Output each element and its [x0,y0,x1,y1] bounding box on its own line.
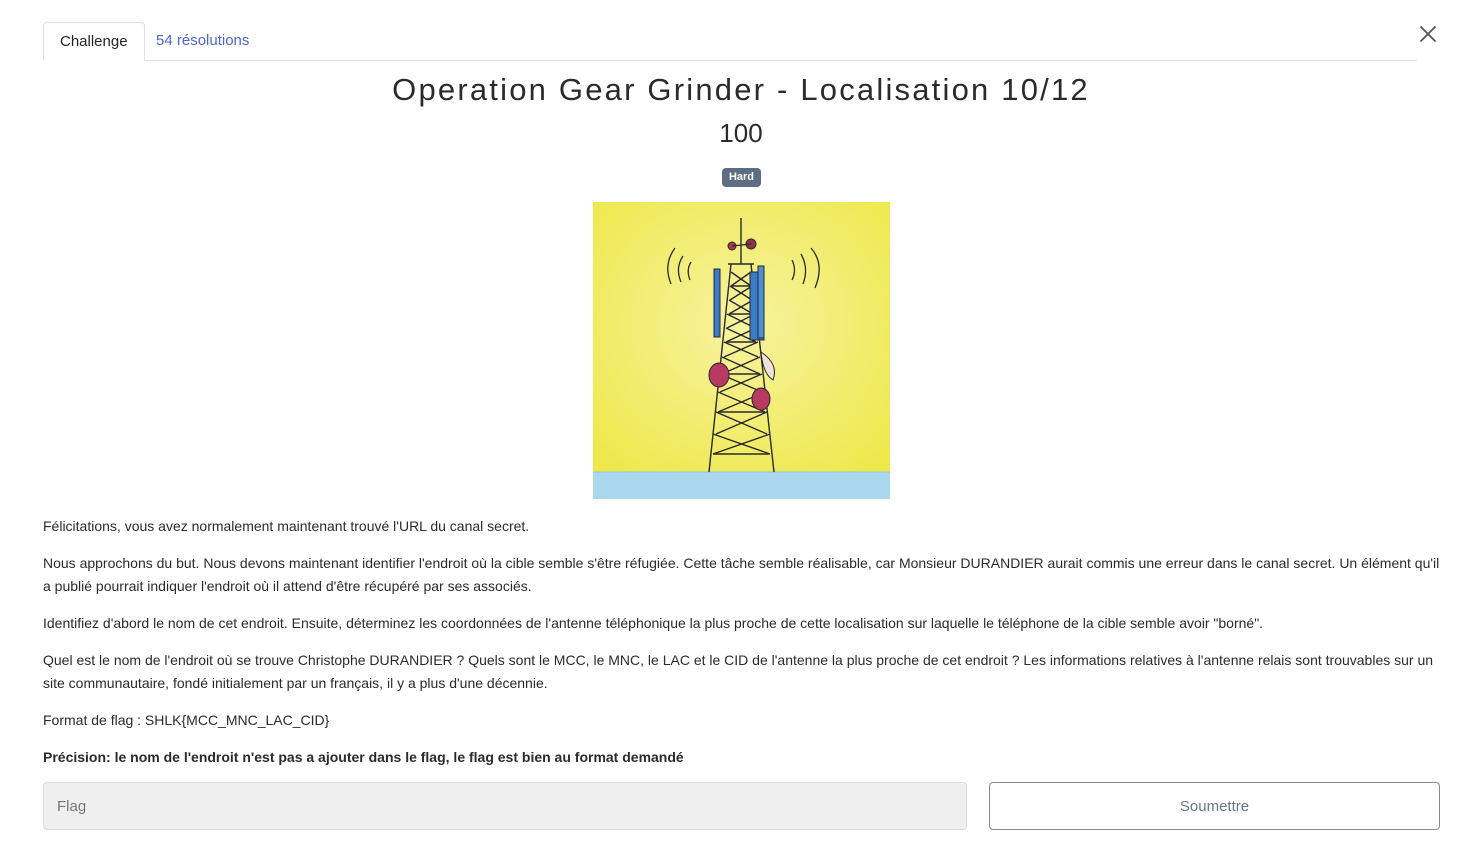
description-paragraph: Quel est le nom de l'endroit où se trouv… [43,652,1434,691]
flag-format-text: Format de flag : SHLK{MCC_MNC_LAC_CID} [43,712,330,728]
challenge-description: Félicitations, vous avez normalement mai… [43,515,1443,783]
submit-button[interactable]: Soumettre [989,782,1440,830]
precision-note: Précision: le nom de l'endroit n'est pas… [43,749,684,765]
flag-input[interactable] [43,782,967,830]
challenge-modal: Challenge 54 résolutions Operation Gear … [0,0,1482,851]
close-icon [1420,26,1436,42]
challenge-title: Operation Gear Grinder - Localisation 10… [392,72,1090,107]
description-paragraph: Félicitations, vous avez normalement mai… [43,518,530,534]
tab-bar: Challenge 54 résolutions [43,22,1417,61]
difficulty-badge: Hard [722,168,761,187]
description-paragraph: Identifiez d'abord le nom de cet endroit… [43,615,1264,631]
description-paragraph: Nous approchons du but. Nous devons main… [43,555,1440,594]
tab-challenge[interactable]: Challenge [43,22,145,61]
challenge-points: 100 [719,118,763,148]
close-button[interactable] [1416,22,1440,46]
cell-tower-illustration [593,202,890,499]
tab-resolutions[interactable]: 54 résolutions [140,22,265,60]
